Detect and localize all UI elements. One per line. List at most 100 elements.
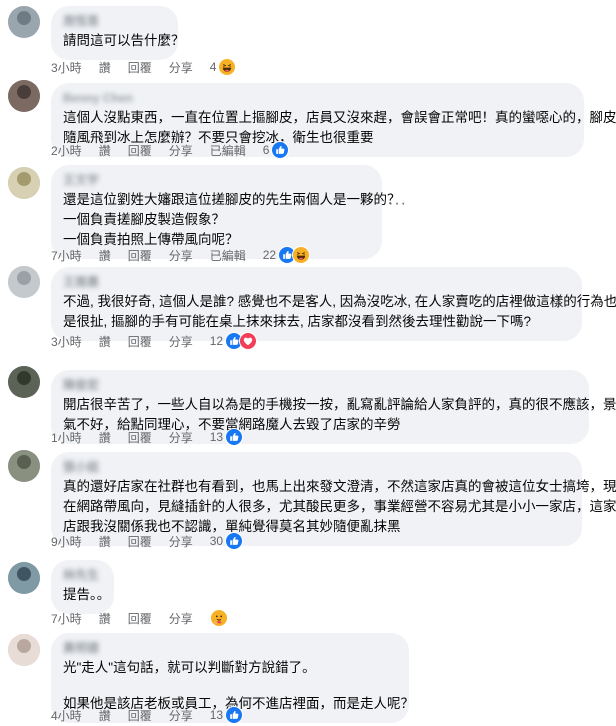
reply-button[interactable]: 回覆 xyxy=(128,610,152,627)
comment-thread: 周恆恩 請問這可以告什麼？ 3小時讚回覆 分享 4 Benny Chen 這個人沒點東西，一… xyxy=(0,0,616,726)
avatar[interactable] xyxy=(8,167,40,199)
like-button[interactable]: 讚 xyxy=(99,707,111,724)
comment-text: 不過, 我很好奇, 這個人是誰? 感覺也不是客人, 因為沒吃冰, 在人家賣吃的店… xyxy=(63,292,616,332)
reply-button[interactable]: 回覆 xyxy=(128,707,152,724)
reaction-count: 22 xyxy=(262,248,277,262)
avatar[interactable] xyxy=(8,634,40,666)
comment-author[interactable]: 王文宇 xyxy=(63,173,370,188)
reaction-summary[interactable] xyxy=(209,609,228,627)
comment-author[interactable]: 王雅惠 xyxy=(63,275,570,290)
comment-author[interactable]: 張小姐 xyxy=(63,460,570,475)
reaction-count: 6 xyxy=(262,143,270,157)
avatar-figure xyxy=(17,271,31,285)
edited-label[interactable]: 已編輯 xyxy=(210,247,246,264)
edited-label[interactable]: 已編輯 xyxy=(210,142,246,159)
reaction-summary[interactable]: 13 xyxy=(209,428,244,446)
comment-text-line: 請問這可以告什麼？ xyxy=(63,33,185,48)
reaction-summary[interactable]: 4 xyxy=(210,58,237,76)
comment-bubble: 林先生 提告。。 xyxy=(51,560,114,614)
like-button[interactable]: 讚 xyxy=(99,247,111,264)
comment-author[interactable]: Benny Chen xyxy=(63,91,572,106)
comment-timestamp[interactable]: 9小時 xyxy=(51,533,82,550)
comment-text-line: 這個人沒點東西，一直在位置上摳腳皮，店員又沒來趕，會誤會正常吧！真的蠻噁心的，腳… xyxy=(63,110,616,125)
comment-actions: 9小時讚回覆 分享 30 xyxy=(51,531,244,551)
avatar-figure xyxy=(17,455,31,469)
heart-icon xyxy=(239,332,258,350)
reaction-summary[interactable]: 6 xyxy=(263,141,290,159)
comment-timestamp[interactable]: 7小時 xyxy=(51,247,82,264)
comment-timestamp[interactable]: 4小時 xyxy=(51,707,82,724)
avatar[interactable] xyxy=(8,450,40,482)
thumbs-up-icon xyxy=(225,706,244,724)
reply-button[interactable]: 回覆 xyxy=(128,333,152,350)
comment-author[interactable]: 林先生 xyxy=(63,568,102,583)
comment-author[interactable]: 黃明德 xyxy=(63,641,397,656)
comment-text-line: 光"走人"這句話，就可以判斷對方說錯了。 xyxy=(63,660,316,675)
avatar-figure xyxy=(17,567,31,581)
share-button[interactable]: 分享 xyxy=(169,707,193,724)
reaction-count: 13 xyxy=(209,708,224,722)
reaction-summary[interactable]: 30 xyxy=(209,532,244,550)
like-button[interactable]: 讚 xyxy=(99,333,111,350)
comment-author[interactable]: 陳俊宏 xyxy=(63,378,577,393)
share-button[interactable]: 分享 xyxy=(169,59,193,76)
comment-text: 真的還好店家在社群也有看到，也馬上出來發文澄清，不然這家店真的會被這位女士搞垮，… xyxy=(63,477,616,537)
reply-button[interactable]: 回覆 xyxy=(128,247,152,264)
reply-button[interactable]: 回覆 xyxy=(128,429,152,446)
share-button[interactable]: 分享 xyxy=(169,533,193,550)
comment-author[interactable]: 周恆恩 xyxy=(63,14,166,29)
comment-text-line: 是很扯, 摳腳的手有可能在桌上抹來抹去, 店家都沒看到然後去理性勸說一下嗎? xyxy=(63,314,532,329)
comment-text: 提告。。 xyxy=(63,585,111,605)
comment-actions: 7小時讚回覆 分享 xyxy=(51,608,228,628)
reaction-count: 12 xyxy=(209,334,224,348)
reaction-summary[interactable]: 22 xyxy=(262,246,311,264)
avatar[interactable] xyxy=(8,366,40,398)
reply-button[interactable]: 回覆 xyxy=(128,533,152,550)
comment-timestamp[interactable]: 3小時 xyxy=(51,59,82,76)
care-face-icon xyxy=(209,609,228,627)
reaction-count: 13 xyxy=(209,430,224,444)
avatar[interactable] xyxy=(8,266,40,298)
more-options-icon[interactable]: ··· xyxy=(388,195,407,213)
laughing-face-icon xyxy=(218,58,237,76)
thumbs-up-icon xyxy=(225,428,244,446)
avatar-figure xyxy=(17,172,31,186)
reply-button[interactable]: 回覆 xyxy=(128,59,152,76)
like-button[interactable]: 讚 xyxy=(99,429,111,446)
comment-text-line: 提告。。 xyxy=(63,587,111,602)
comment-timestamp[interactable]: 1小時 xyxy=(51,429,82,446)
reaction-count: 30 xyxy=(209,534,224,548)
comment-actions: 3小時讚回覆 分享 12 xyxy=(51,331,258,351)
comment-text-line: 還是這位劉姓大嬸跟這位搓腳皮的先生兩個人是一夥的？ xyxy=(63,192,401,207)
avatar-figure xyxy=(17,639,31,653)
like-button[interactable]: 讚 xyxy=(99,59,111,76)
thumbs-up-icon xyxy=(225,532,244,550)
share-button[interactable]: 分享 xyxy=(169,610,193,627)
comment-actions: 2小時讚回覆 分享 已編輯 6 xyxy=(51,140,290,160)
share-button[interactable]: 分享 xyxy=(169,429,193,446)
comment-text-line: 真的還好店家在社群也有看到，也馬上出來發文澄清，不然這家店真的會被這位女士搞垮，… xyxy=(63,479,616,494)
comment-bubble: 周恆恩請問這可以告什麼？ xyxy=(51,6,185,60)
reaction-summary[interactable]: 13 xyxy=(209,706,244,724)
reaction-summary[interactable]: 12 xyxy=(209,332,258,350)
comment-text-line: 一個負責搓腳皮製造假象？ xyxy=(63,212,225,227)
comment-actions: 3小時讚回覆 分享 4 xyxy=(51,57,237,77)
avatar[interactable] xyxy=(8,80,40,112)
comment-timestamp[interactable]: 7小時 xyxy=(51,610,82,627)
share-button[interactable]: 分享 xyxy=(169,247,193,264)
laughing-face-icon xyxy=(292,246,311,264)
comment-timestamp[interactable]: 2小時 xyxy=(51,142,82,159)
comment-text-line: 在網路帶風向，見縫插針的人很多，尤其酸民更多，事業經營不容易尤其是小小一家店，這… xyxy=(63,499,616,514)
avatar-figure xyxy=(17,85,31,99)
like-button[interactable]: 讚 xyxy=(99,142,111,159)
like-button[interactable]: 讚 xyxy=(99,610,111,627)
share-button[interactable]: 分享 xyxy=(169,333,193,350)
avatar[interactable] xyxy=(8,562,40,594)
like-button[interactable]: 讚 xyxy=(99,533,111,550)
comment-text-line: 不過, 我很好奇, 這個人是誰? 感覺也不是客人, 因為沒吃冰, 在人家賣吃的店… xyxy=(63,294,616,309)
reply-button[interactable]: 回覆 xyxy=(128,142,152,159)
avatar-figure xyxy=(17,371,31,385)
avatar[interactable] xyxy=(8,6,40,38)
share-button[interactable]: 分享 xyxy=(169,142,193,159)
comment-timestamp[interactable]: 3小時 xyxy=(51,333,82,350)
